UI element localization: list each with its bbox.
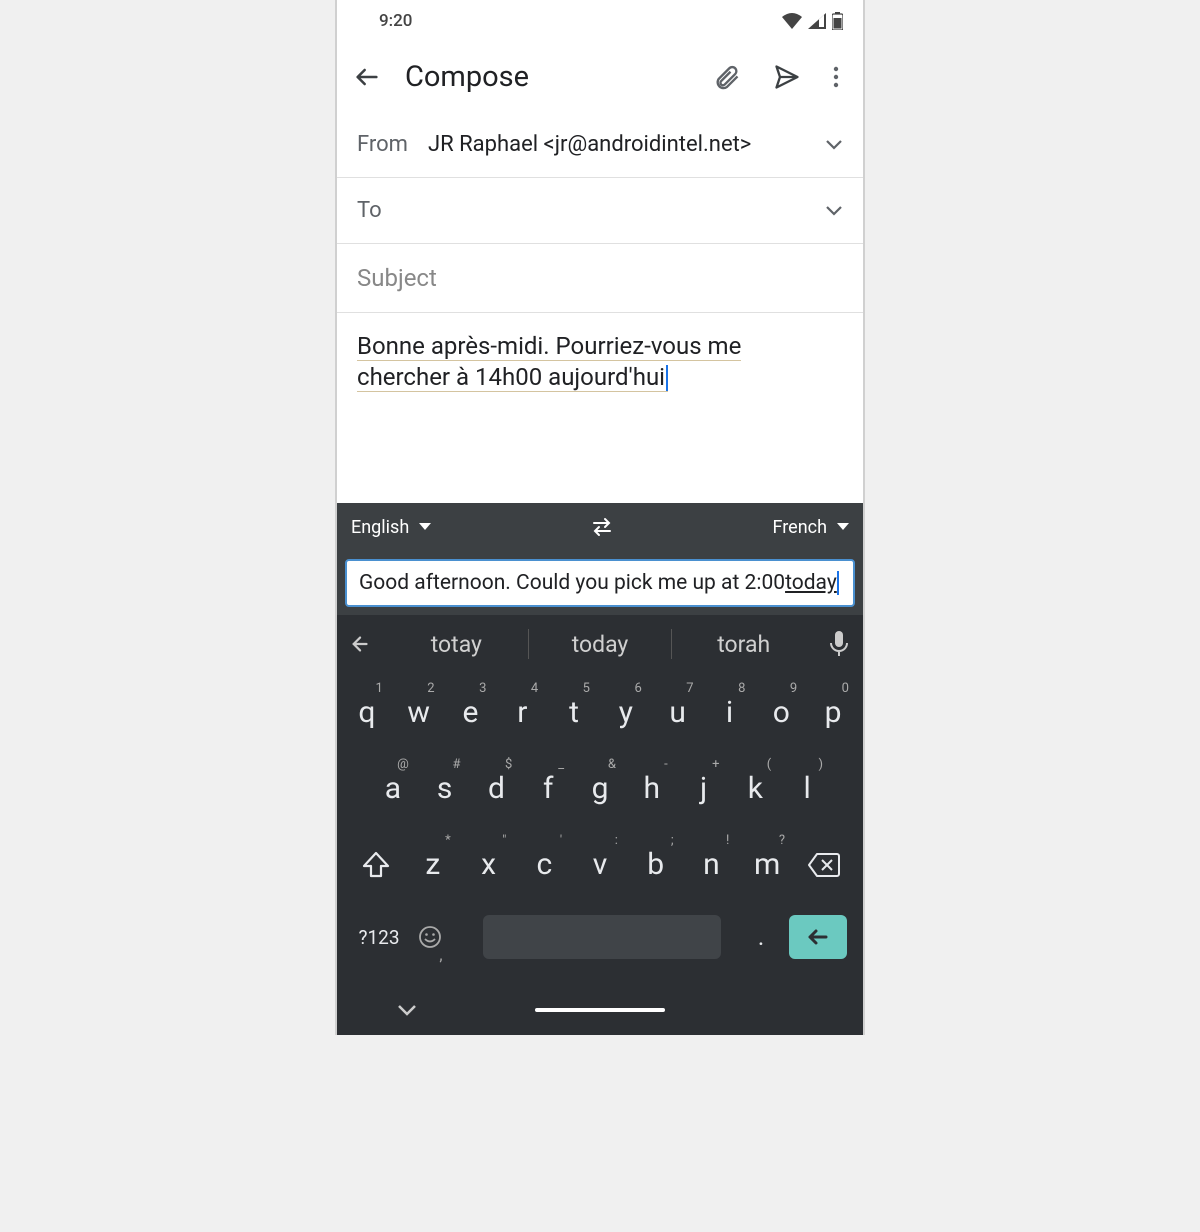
translate-input-wrap: Good afternoon. Could you pick me up at … [337, 551, 863, 615]
key-p[interactable]: 0p [807, 683, 859, 743]
keyboard-row-2: @a#s$d_f&g-h+j(k)l [341, 759, 859, 819]
enter-key[interactable] [789, 915, 847, 959]
home-indicator[interactable] [535, 1008, 665, 1012]
shift-key[interactable] [347, 850, 405, 880]
to-field[interactable]: To [337, 178, 863, 243]
source-language-select[interactable]: English [351, 517, 431, 538]
status-icons [782, 12, 843, 30]
symbols-key[interactable]: ?123 [347, 926, 411, 949]
swap-languages-button[interactable] [431, 517, 772, 537]
key-f[interactable]: _f [522, 759, 574, 819]
mic-button[interactable] [815, 631, 863, 657]
to-label: To [357, 198, 382, 223]
suggestions: totay today torah [385, 629, 815, 659]
suggestion-2[interactable]: today [529, 631, 672, 658]
backspace-key[interactable] [795, 852, 853, 878]
key-g[interactable]: &g [574, 759, 626, 819]
key-n[interactable]: !n [684, 835, 740, 895]
from-label: From [357, 132, 408, 157]
from-value: JR Raphael <jr@androidintel.net> [428, 132, 751, 157]
key-u[interactable]: 7u [652, 683, 704, 743]
translate-text: Good afternoon. Could you pick me up at … [359, 571, 785, 595]
key-x[interactable]: "x [461, 835, 517, 895]
key-o[interactable]: 9o [755, 683, 807, 743]
from-field[interactable]: From JR Raphael <jr@androidintel.net> [337, 112, 863, 177]
translate-bar: English French [337, 503, 863, 551]
key-w[interactable]: 2w [393, 683, 445, 743]
dropdown-icon [837, 523, 849, 531]
space-key[interactable] [483, 915, 721, 959]
more-icon[interactable] [833, 65, 839, 89]
body-line1: Bonne après-midi. Pourriez-vous me [357, 332, 741, 361]
key-b[interactable]: ;b [628, 835, 684, 895]
period-key[interactable]: . [741, 923, 781, 951]
attach-icon[interactable] [713, 63, 741, 91]
app-bar: Compose [337, 42, 863, 112]
key-k[interactable]: (k [729, 759, 781, 819]
key-l[interactable]: )l [781, 759, 833, 819]
signal-icon [808, 13, 826, 29]
key-q[interactable]: 1q [341, 683, 393, 743]
chevron-down-icon[interactable] [825, 205, 843, 217]
key-h[interactable]: -h [626, 759, 678, 819]
key-c[interactable]: 'c [516, 835, 572, 895]
target-language: French [773, 517, 827, 538]
key-t[interactable]: 5t [548, 683, 600, 743]
key-y[interactable]: 6y [600, 683, 652, 743]
key-j[interactable]: +j [678, 759, 730, 819]
key-i[interactable]: 8i [704, 683, 756, 743]
back-arrow-icon[interactable] [353, 63, 381, 91]
keyboard: 1q2w3e4r5t6y7u8i9o0p @a#s$d_f&g-h+j(k)l … [337, 673, 863, 985]
chevron-down-icon[interactable] [825, 139, 843, 151]
key-e[interactable]: 3e [445, 683, 497, 743]
key-m[interactable]: ?m [739, 835, 795, 895]
keyboard-row-1: 1q2w3e4r5t6y7u8i9o0p [341, 683, 859, 743]
key-z[interactable]: *z [405, 835, 461, 895]
key-v[interactable]: :v [572, 835, 628, 895]
translate-input[interactable]: Good afternoon. Could you pick me up at … [345, 559, 855, 607]
suggestion-3[interactable]: torah [672, 631, 815, 658]
suggestion-bar: totay today torah [337, 615, 863, 673]
body-line2: chercher à 14h00 aujourd'hui [357, 363, 668, 392]
keyboard-bottom-row: ?123 , . [341, 911, 859, 963]
nav-bar [337, 985, 863, 1035]
keyboard-collapse-icon[interactable] [397, 1003, 417, 1017]
keyboard-row-3: *z"x'c:v;b!n?m [341, 835, 859, 895]
target-language-select[interactable]: French [773, 517, 849, 538]
phone-frame: 9:20 Compose From JR Raphael <jr@android… [335, 0, 865, 1035]
app-title: Compose [405, 60, 529, 94]
subject-placeholder: Subject [357, 264, 437, 292]
key-a[interactable]: @a [367, 759, 419, 819]
emoji-key[interactable]: , [419, 926, 463, 948]
suggestion-back-button[interactable] [337, 633, 385, 655]
body-textarea[interactable]: Bonne après-midi. Pourriez-vous me cherc… [337, 313, 863, 503]
suggestion-1[interactable]: totay [385, 631, 528, 658]
source-language: English [351, 517, 409, 538]
key-d[interactable]: $d [471, 759, 523, 819]
battery-icon [832, 12, 843, 30]
translate-underlined: today [785, 571, 839, 595]
subject-field[interactable]: Subject [337, 244, 863, 312]
status-bar: 9:20 [337, 0, 863, 42]
dropdown-icon [419, 523, 431, 531]
key-s[interactable]: #s [419, 759, 471, 819]
key-r[interactable]: 4r [496, 683, 548, 743]
wifi-icon [782, 13, 802, 29]
send-icon[interactable] [773, 63, 801, 91]
status-time: 9:20 [379, 11, 412, 31]
